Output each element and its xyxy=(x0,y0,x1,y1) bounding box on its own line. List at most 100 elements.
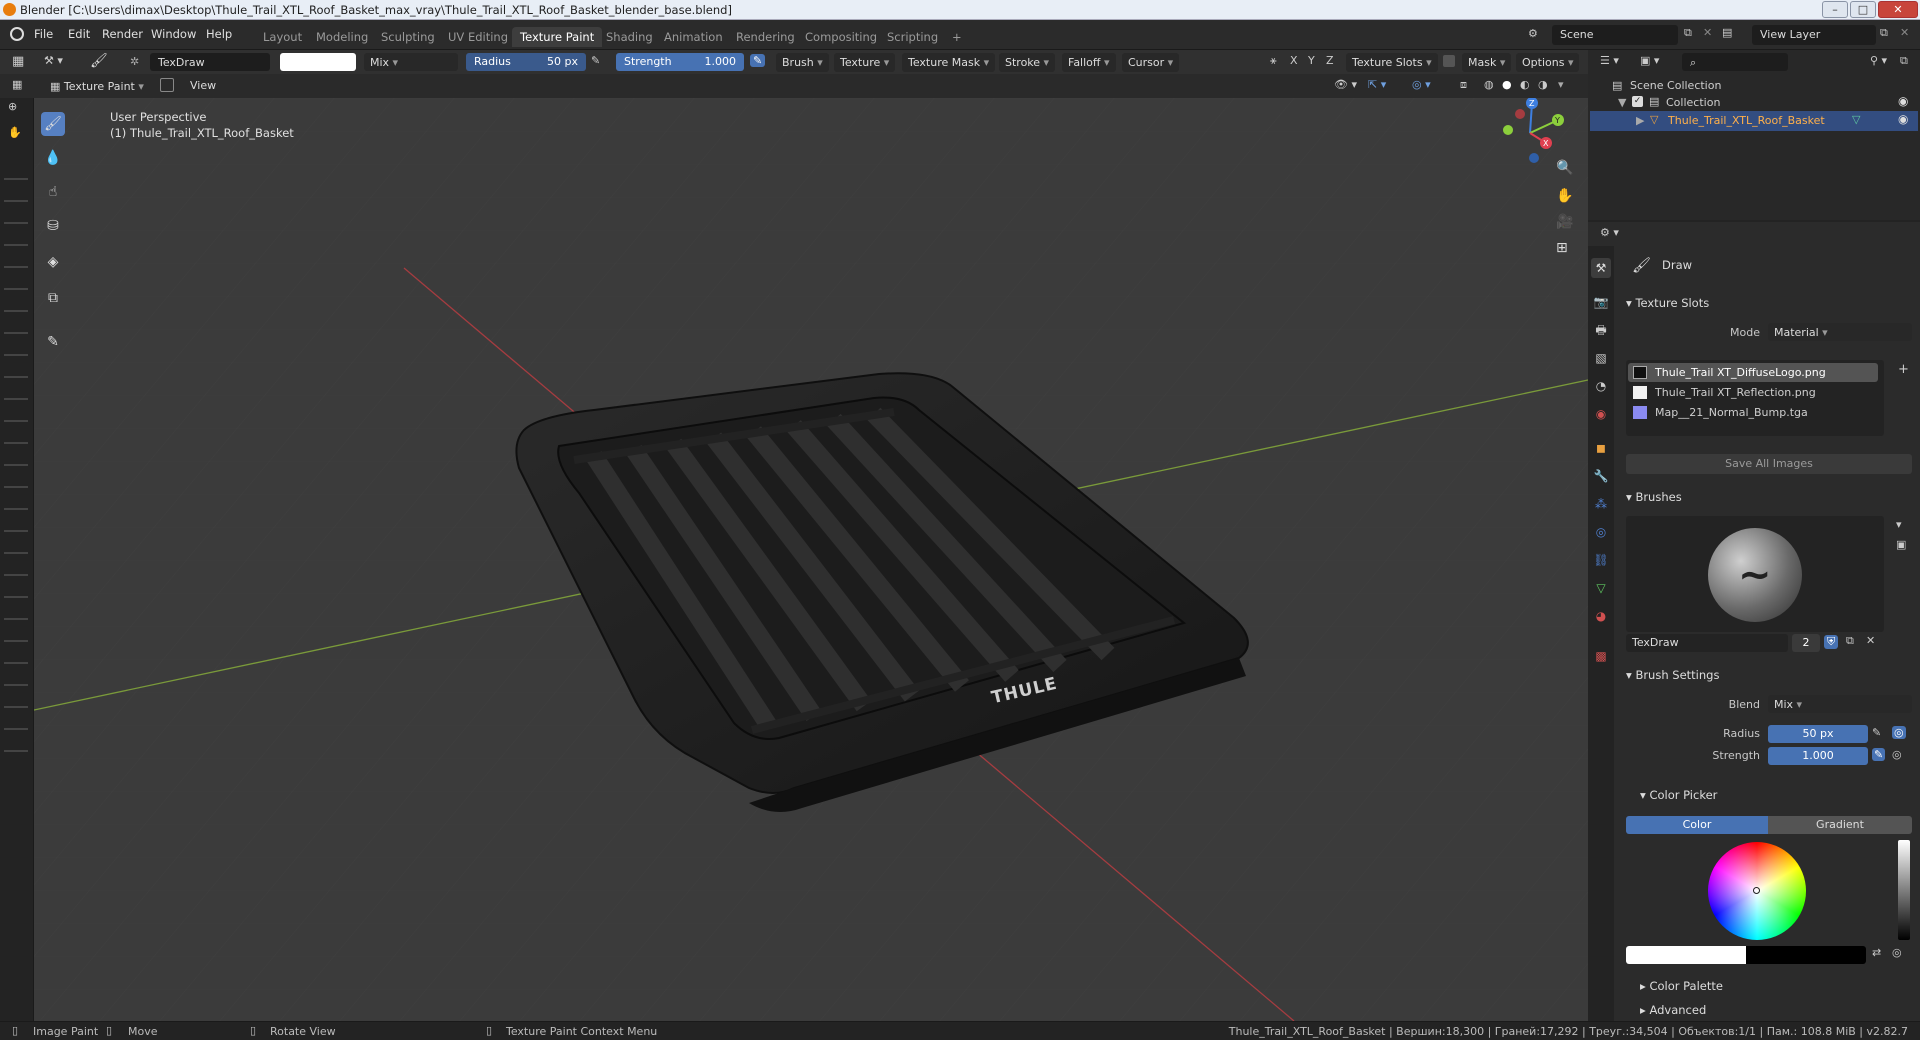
filter-icon[interactable]: ⚲ ▾ xyxy=(1870,54,1887,67)
outliner-search-input[interactable]: ⌕ xyxy=(1682,53,1788,71)
save-all-images-button[interactable]: Save All Images xyxy=(1626,454,1912,474)
render-tab-icon[interactable]: 📷 xyxy=(1591,292,1611,312)
object-expand-icon[interactable]: ▶ xyxy=(1636,114,1644,127)
camera-view-icon[interactable]: 🎥 xyxy=(1556,214,1573,230)
slot-item-normal[interactable]: Map__21_Normal_Bump.tga xyxy=(1655,406,1808,419)
strength-prop-pressure-icon[interactable]: ✎ xyxy=(1872,748,1886,761)
tab-scripting[interactable]: Scripting xyxy=(879,27,946,47)
3d-viewport[interactable]: THULE User Perspective (1) Thule_Trail_X… xyxy=(34,98,1588,1021)
blend-dropdown[interactable]: Mix xyxy=(1768,695,1912,713)
brush-fake-user-icon[interactable]: ⛨ xyxy=(1824,635,1839,649)
mask-checkbox[interactable] xyxy=(1443,55,1455,67)
tab-texture-paint[interactable]: Texture Paint xyxy=(512,27,603,47)
radius-field[interactable]: Radius 50 px xyxy=(466,53,586,71)
texture-menu[interactable]: Texture xyxy=(834,53,896,72)
menu-window[interactable]: Window xyxy=(151,27,196,41)
radius-unit-icon[interactable]: ◎ xyxy=(1892,726,1906,739)
color-unit-icon[interactable]: ◎ xyxy=(1892,946,1902,959)
scene-collection-label[interactable]: Scene Collection xyxy=(1630,79,1721,92)
hand-region-icon[interactable]: ✋ xyxy=(8,126,22,139)
material-shading-icon[interactable]: ◐ xyxy=(1520,78,1530,91)
radius-prop-field[interactable]: 50 px xyxy=(1768,725,1868,743)
symmetry-z[interactable]: Z xyxy=(1326,54,1334,67)
options-menu[interactable]: Options xyxy=(1516,53,1580,72)
tab-layout[interactable]: Layout xyxy=(255,27,310,47)
cursor-menu[interactable]: Cursor xyxy=(1122,53,1180,72)
delete-view-layer-icon[interactable]: ✕ xyxy=(1900,26,1909,39)
secondary-color-swatch[interactable] xyxy=(1746,946,1866,964)
material-tab-icon[interactable]: ◕ xyxy=(1591,606,1611,626)
strength-field[interactable]: Strength 1.000 xyxy=(616,53,744,71)
scene-tab-icon[interactable]: ◔ xyxy=(1591,376,1611,396)
blender-menu-icon[interactable] xyxy=(10,27,24,41)
view-layer-selector[interactable]: View Layer xyxy=(1752,25,1876,45)
modifier-tab-icon[interactable]: 🔧 xyxy=(1591,466,1611,486)
value-slider[interactable] xyxy=(1898,840,1910,940)
output-tab-icon[interactable]: 🖶 xyxy=(1591,320,1611,340)
zoom-region-icon[interactable]: ⊕ xyxy=(8,100,17,113)
draw-tool-icon[interactable]: 🖌 xyxy=(41,112,65,136)
texture-slots-menu[interactable]: Texture Slots xyxy=(1346,53,1438,72)
world-tab-icon[interactable]: ◉ xyxy=(1591,404,1611,424)
primary-color-swatch[interactable] xyxy=(1626,946,1746,964)
tab-shading[interactable]: Shading xyxy=(598,27,661,47)
brush-menu[interactable]: Brush xyxy=(776,53,829,72)
slot-mode-dropdown[interactable]: Material xyxy=(1768,323,1912,341)
slot-item-reflection[interactable]: Thule_Trail XT_Reflection.png xyxy=(1655,386,1816,399)
tab-compositing[interactable]: Compositing xyxy=(797,27,885,47)
pan-view-icon[interactable]: ✋ xyxy=(1556,188,1573,204)
wireframe-shading-icon[interactable]: ◍ xyxy=(1484,78,1494,91)
brush-image-icon[interactable]: ▣ xyxy=(1896,538,1906,551)
solid-shading-icon[interactable]: ● xyxy=(1502,78,1512,91)
delete-scene-icon[interactable]: ✕ xyxy=(1703,26,1712,39)
gradient-tab[interactable]: Gradient xyxy=(1768,816,1912,834)
symmetry-y[interactable]: Y xyxy=(1308,54,1315,67)
collection-expand-icon[interactable]: ▼ xyxy=(1618,96,1626,109)
smear-tool-icon[interactable]: ☝ xyxy=(41,180,65,204)
new-scene-icon[interactable]: ⧉ xyxy=(1684,26,1692,40)
view-layer-tab-icon[interactable]: ▧ xyxy=(1591,348,1611,368)
clone-tool-icon[interactable]: ⛁ xyxy=(41,214,65,238)
symmetry-x[interactable]: X xyxy=(1290,54,1298,67)
brush-settings-header[interactable]: ▾ Brush Settings xyxy=(1626,668,1719,682)
blend-mode-dropdown[interactable]: Mix xyxy=(364,53,458,71)
texture-slots-header[interactable]: ▾ Texture Slots xyxy=(1626,296,1709,310)
collection-visibility-icon[interactable]: ◉ xyxy=(1898,94,1908,108)
color-wheel[interactable] xyxy=(1708,842,1806,940)
data-tab-icon[interactable]: ▽ xyxy=(1591,578,1611,598)
object-visibility-icon[interactable]: ◉ xyxy=(1898,112,1908,126)
rendered-shading-icon[interactable]: ◑ xyxy=(1538,78,1548,91)
close-button[interactable]: ✕ xyxy=(1878,1,1918,18)
scene-icon[interactable]: ⚙ xyxy=(1528,27,1538,40)
swap-colors-icon[interactable]: ⇄ xyxy=(1872,946,1881,959)
color-wheel-cursor[interactable] xyxy=(1753,887,1760,894)
brush-unlink-icon[interactable]: ✕ xyxy=(1866,634,1875,647)
minimize-button[interactable]: – xyxy=(1822,1,1848,18)
new-view-layer-icon[interactable]: ⧉ xyxy=(1880,26,1888,40)
xray-toggle-icon[interactable]: ⧈ xyxy=(1460,78,1467,92)
brush-list-toggle-icon[interactable]: ▾ xyxy=(1896,518,1902,531)
scene-selector[interactable]: Scene xyxy=(1552,25,1678,45)
collection-checkbox[interactable]: ✓ xyxy=(1632,96,1643,107)
object-label[interactable]: Thule_Trail_XTL_Roof_Basket xyxy=(1668,114,1825,127)
display-mode-icon[interactable]: ▣ ▾ xyxy=(1640,54,1659,67)
tab-rendering[interactable]: Rendering xyxy=(728,27,803,47)
brush-name-field[interactable]: TexDraw xyxy=(150,53,270,71)
collection-label[interactable]: Collection xyxy=(1666,96,1720,109)
physics-tab-icon[interactable]: ◎ xyxy=(1591,522,1611,542)
menu-edit[interactable]: Edit xyxy=(68,27,90,41)
falloff-menu[interactable]: Falloff xyxy=(1062,53,1116,72)
menu-help[interactable]: Help xyxy=(206,27,232,41)
view-menu[interactable]: View xyxy=(190,79,216,92)
menu-render[interactable]: Render xyxy=(102,27,143,41)
fill-tool-icon[interactable]: ◈ xyxy=(41,250,65,274)
brush-name-input[interactable]: TexDraw xyxy=(1626,634,1788,652)
zoom-view-icon[interactable]: 🔍 xyxy=(1556,160,1573,176)
object-tab-icon[interactable]: ◼ xyxy=(1591,438,1611,458)
properties-editor-icon[interactable]: ⚙ ▾ xyxy=(1600,226,1619,239)
annotate-tool-icon[interactable]: ✎ xyxy=(41,330,65,354)
view-object-types-icon[interactable]: 👁 ▾ xyxy=(1334,78,1357,91)
tab-sculpting[interactable]: Sculpting xyxy=(373,27,443,47)
radius-pressure-icon[interactable]: ✎ xyxy=(591,54,600,67)
texture-tab-icon[interactable]: ▩ xyxy=(1591,646,1611,666)
